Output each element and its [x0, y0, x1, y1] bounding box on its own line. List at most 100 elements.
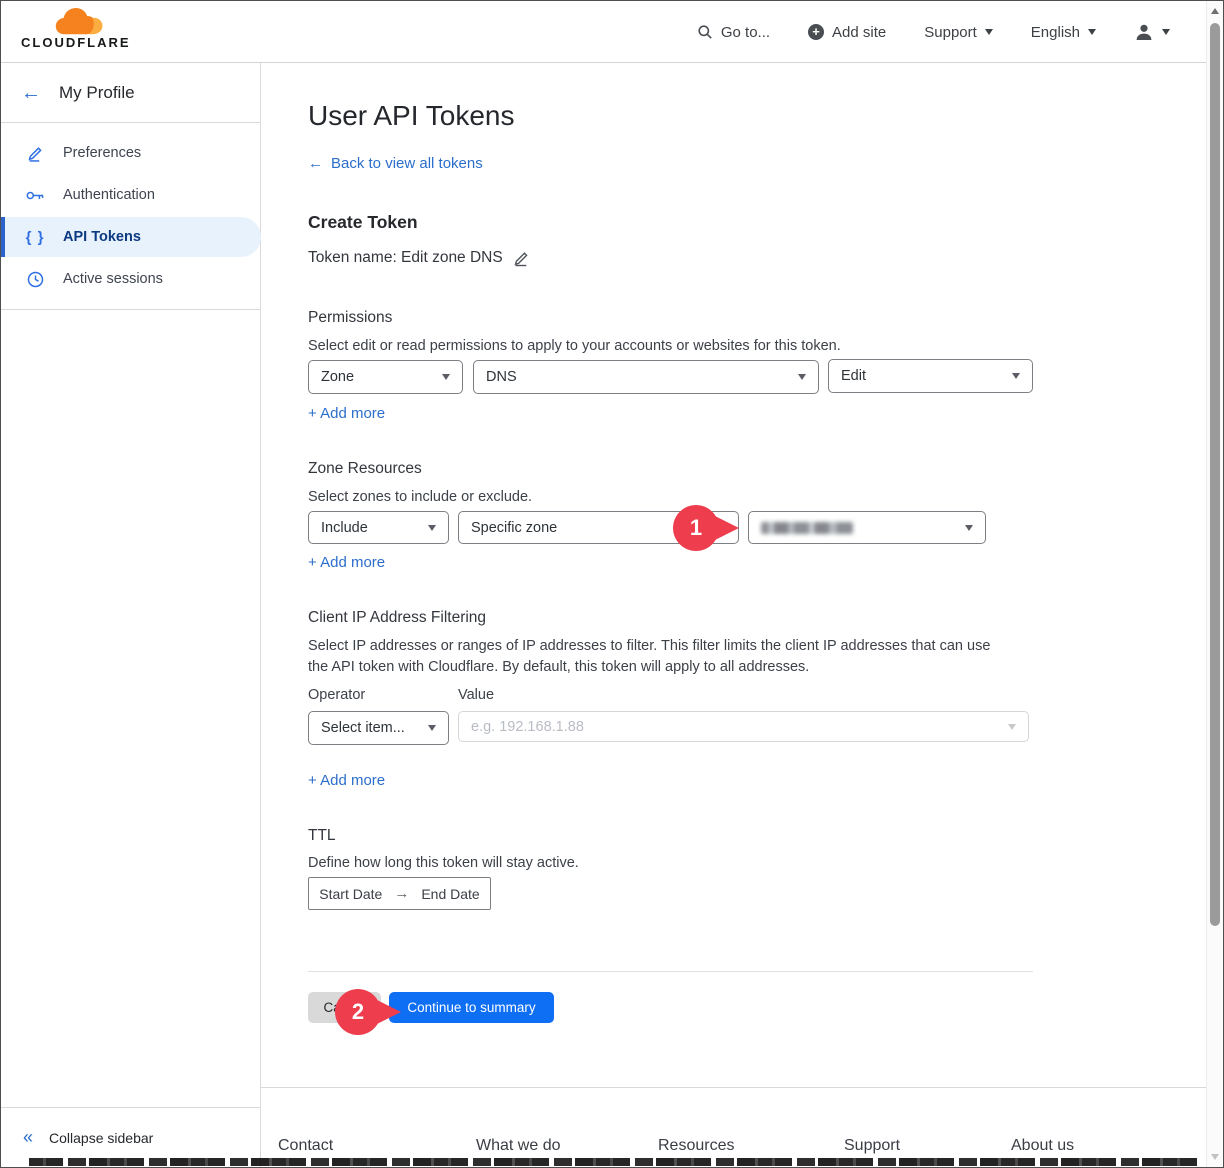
chevron-down-icon — [442, 374, 450, 380]
clock-icon — [25, 271, 45, 288]
pencil-icon — [25, 145, 45, 162]
operator-label: Operator — [308, 687, 365, 703]
chevron-down-icon — [1012, 373, 1020, 379]
add-site-label: Add site — [832, 24, 886, 41]
support-menu[interactable]: Support — [924, 24, 993, 41]
ttl-title: TTL — [308, 827, 336, 845]
chevron-down-icon — [1162, 29, 1170, 35]
back-arrow-icon: ← — [21, 83, 41, 103]
operator-value: Select item... — [321, 720, 405, 736]
permission-resource-value: DNS — [486, 369, 517, 385]
clipped-footer-links-row — [29, 1158, 1201, 1166]
footer-col-contact[interactable]: Contact — [278, 1137, 333, 1155]
sidebar-item-active-sessions[interactable]: Active sessions — [1, 259, 261, 299]
arrow-right-icon: → — [394, 885, 409, 902]
cloudflare-wordmark: CLOUDFLARE — [21, 35, 129, 50]
sidebar: ← My Profile Preferences Authentication … — [1, 63, 261, 1167]
chevron-down-icon — [1008, 724, 1016, 730]
zone-resources-description: Select zones to include or exclude. — [308, 487, 532, 508]
zone-resources-add-more-link[interactable]: + Add more — [308, 554, 385, 571]
footer-col-about-us[interactable]: About us — [1011, 1137, 1074, 1155]
back-arrow-icon: ← — [308, 155, 323, 172]
sidebar-separator — [1, 309, 261, 310]
sidebar-item-label: Preferences — [63, 145, 141, 161]
zone-scope-select[interactable]: Specific zone — [458, 511, 739, 544]
cloudflare-dashboard: CLOUDFLARE Go to... + Add site Support E… — [0, 0, 1224, 1168]
permission-resource-select[interactable]: DNS — [473, 360, 819, 394]
ttl-end-date: End Date — [421, 886, 479, 902]
add-site-button[interactable]: + Add site — [808, 24, 886, 41]
sidebar-item-api-tokens[interactable]: { } API Tokens — [1, 217, 261, 257]
operator-select[interactable]: Select item... — [308, 711, 449, 745]
vertical-scrollbar[interactable] — [1206, 1, 1223, 1167]
permissions-add-more-link[interactable]: + Add more — [308, 405, 385, 422]
user-menu[interactable] — [1134, 22, 1170, 42]
ip-value-placeholder: e.g. 192.168.1.88 — [471, 719, 584, 735]
support-label: Support — [924, 24, 977, 41]
permission-scope-select[interactable]: Zone — [308, 360, 463, 394]
sidebar-item-label: API Tokens — [63, 229, 141, 245]
value-label: Value — [458, 687, 494, 703]
language-label: English — [1031, 24, 1080, 41]
collapse-chevrons-icon: « — [23, 1127, 33, 1148]
zone-mode-select[interactable]: Include — [308, 511, 449, 544]
zone-resources-title: Zone Resources — [308, 460, 422, 478]
ttl-start-date: Start Date — [319, 886, 382, 902]
go-to-search[interactable]: Go to... — [697, 24, 770, 41]
chevron-down-icon — [428, 525, 436, 531]
key-icon — [25, 188, 45, 203]
permission-access-value: Edit — [841, 368, 866, 384]
actions-divider — [308, 971, 1033, 972]
footer-col-resources[interactable]: Resources — [658, 1137, 734, 1155]
create-token-heading: Create Token — [308, 212, 418, 233]
scrollbar-down-arrow-icon[interactable] — [1211, 1154, 1219, 1160]
sidebar-back-my-profile[interactable]: ← My Profile — [1, 63, 260, 123]
continue-to-summary-button[interactable]: Continue to summary — [389, 992, 554, 1023]
cloudflare-cloud-icon — [44, 7, 106, 37]
cloudflare-logo[interactable]: CLOUDFLARE — [21, 7, 129, 57]
chevron-down-icon — [428, 725, 436, 731]
ip-value-input[interactable]: e.g. 192.168.1.88 — [458, 711, 1029, 742]
permissions-title: Permissions — [308, 309, 392, 327]
braces-icon: { } — [25, 229, 45, 246]
chevron-down-icon — [965, 525, 973, 531]
permissions-description: Select edit or read permissions to apply… — [308, 336, 841, 357]
back-to-tokens-link[interactable]: ← Back to view all tokens — [308, 155, 483, 172]
scrollbar-up-arrow-icon[interactable] — [1211, 8, 1219, 14]
token-name-text: Token name: Edit zone DNS — [308, 249, 503, 267]
zone-scope-value: Specific zone — [471, 520, 557, 536]
ip-filtering-add-more-link[interactable]: + Add more — [308, 772, 385, 789]
ip-filtering-title: Client IP Address Filtering — [308, 609, 486, 627]
back-link-label: Back to view all tokens — [331, 155, 483, 172]
plus-circle-icon: + — [808, 24, 824, 40]
chevron-down-icon — [1088, 29, 1096, 35]
top-header: CLOUDFLARE Go to... + Add site Support E… — [1, 1, 1206, 63]
zone-mode-value: Include — [321, 520, 368, 536]
language-menu[interactable]: English — [1031, 24, 1096, 41]
top-nav: Go to... + Add site Support English — [697, 1, 1170, 63]
go-to-label: Go to... — [721, 24, 770, 41]
footer-divider — [261, 1087, 1206, 1088]
sidebar-item-preferences[interactable]: Preferences — [1, 133, 261, 173]
zone-name-select[interactable] — [748, 511, 986, 544]
ttl-date-range-picker[interactable]: Start Date → End Date — [308, 877, 491, 910]
user-icon — [1134, 22, 1154, 42]
sidebar-item-label: Authentication — [63, 187, 155, 203]
collapse-sidebar-label: Collapse sidebar — [49, 1130, 153, 1146]
footer-col-what-we-do[interactable]: What we do — [476, 1137, 560, 1155]
redacted-zone-value — [761, 522, 853, 534]
sidebar-item-authentication[interactable]: Authentication — [1, 175, 261, 215]
ip-filtering-description: Select IP addresses or ranges of IP addr… — [308, 636, 1008, 678]
search-icon — [697, 24, 713, 40]
page-title: User API Tokens — [308, 100, 514, 132]
permission-access-select[interactable]: Edit — [828, 359, 1033, 393]
permission-scope-value: Zone — [321, 369, 354, 385]
sidebar-title: My Profile — [59, 83, 135, 103]
token-name-row: Token name: Edit zone DNS — [308, 249, 530, 267]
footer-col-support[interactable]: Support — [844, 1137, 900, 1155]
sidebar-item-label: Active sessions — [63, 271, 163, 287]
scrollbar-thumb[interactable] — [1210, 23, 1220, 926]
edit-pencil-icon[interactable] — [513, 250, 530, 267]
ttl-description: Define how long this token will stay act… — [308, 853, 579, 874]
cancel-button[interactable]: Cancel — [308, 992, 381, 1023]
